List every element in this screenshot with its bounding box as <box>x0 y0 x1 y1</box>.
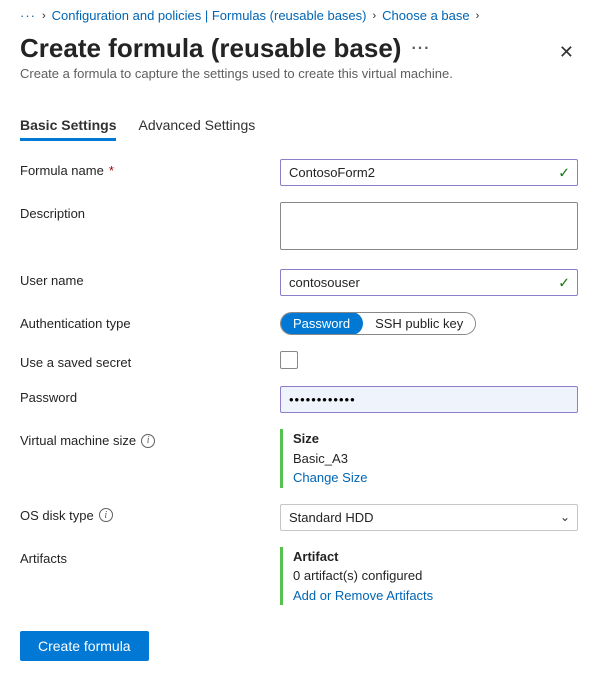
vm-size-block: Size Basic_A3 Change Size <box>280 429 578 488</box>
description-input[interactable] <box>280 202 578 250</box>
artifacts-value: 0 artifact(s) configured <box>293 566 578 586</box>
chevron-right-icon: › <box>372 10 376 22</box>
user-name-input[interactable] <box>280 269 578 296</box>
breadcrumb-ellipsis[interactable]: ··· <box>20 8 36 23</box>
more-icon[interactable]: ··· <box>411 40 430 58</box>
breadcrumb: ··· › Configuration and policies | Formu… <box>20 8 578 23</box>
artifacts-label: Artifacts <box>20 551 67 566</box>
artifacts-link[interactable]: Add or Remove Artifacts <box>293 586 578 606</box>
os-disk-select[interactable] <box>280 504 578 531</box>
vm-size-value: Basic_A3 <box>293 449 578 469</box>
password-label: Password <box>20 390 77 405</box>
formula-name-label: Formula name <box>20 163 104 178</box>
description-label: Description <box>20 206 85 221</box>
auth-type-ssh[interactable]: SSH public key <box>363 313 475 334</box>
vm-size-heading: Size <box>293 429 578 449</box>
close-icon[interactable]: ✕ <box>555 39 578 65</box>
artifacts-block: Artifact 0 artifact(s) configured Add or… <box>280 547 578 606</box>
os-disk-label: OS disk type <box>20 508 94 523</box>
info-icon[interactable]: i <box>99 508 113 522</box>
formula-name-input[interactable] <box>280 159 578 186</box>
page-subtitle: Create a formula to capture the settings… <box>20 66 555 81</box>
use-secret-label: Use a saved secret <box>20 355 131 370</box>
tab-basic-settings[interactable]: Basic Settings <box>20 111 116 141</box>
breadcrumb-link-choose-base[interactable]: Choose a base <box>382 8 469 23</box>
form: Formula name * ✓ Description User name ✓ <box>20 159 578 605</box>
page-title: Create formula (reusable base) ··· <box>20 33 555 64</box>
auth-type-password[interactable]: Password <box>280 312 363 335</box>
auth-type-toggle: Password SSH public key <box>280 312 476 335</box>
chevron-right-icon: › <box>476 10 480 22</box>
change-size-link[interactable]: Change Size <box>293 468 578 488</box>
info-icon[interactable]: i <box>141 434 155 448</box>
auth-type-label: Authentication type <box>20 316 131 331</box>
chevron-right-icon: › <box>42 10 46 22</box>
artifacts-heading: Artifact <box>293 547 578 567</box>
page-title-text: Create formula (reusable base) <box>20 33 401 64</box>
create-formula-button[interactable]: Create formula <box>20 631 149 661</box>
use-secret-checkbox[interactable] <box>280 351 298 369</box>
tabs: Basic Settings Advanced Settings <box>20 111 578 141</box>
vm-size-label: Virtual machine size <box>20 433 136 448</box>
tab-advanced-settings[interactable]: Advanced Settings <box>138 111 255 141</box>
user-name-label: User name <box>20 273 84 288</box>
required-indicator: * <box>109 163 114 178</box>
password-input[interactable] <box>280 386 578 413</box>
breadcrumb-link-config[interactable]: Configuration and policies | Formulas (r… <box>52 8 367 23</box>
